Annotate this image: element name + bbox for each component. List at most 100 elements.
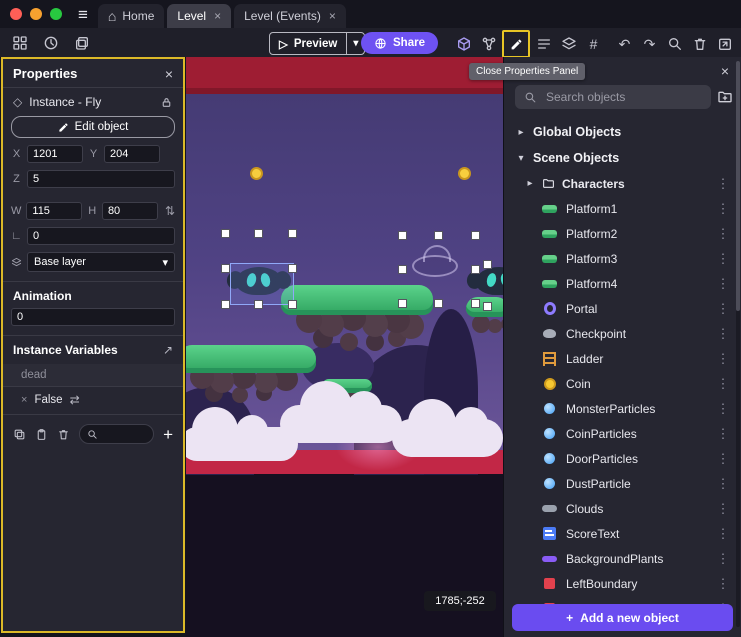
- add-folder-button[interactable]: [717, 89, 733, 105]
- selection-handle[interactable]: [222, 265, 229, 272]
- tab-home[interactable]: ⌂ Home: [98, 4, 164, 28]
- selection-rectangle[interactable]: [230, 263, 294, 305]
- coin-sprite[interactable]: [458, 167, 471, 180]
- object-row[interactable]: DoorParticles⋮: [504, 446, 735, 471]
- undo-button[interactable]: ↶: [613, 33, 636, 56]
- selection-handle[interactable]: [484, 303, 491, 310]
- chevron-right-icon[interactable]: ▸: [516, 127, 526, 138]
- tab-level-events[interactable]: Level (Events) ×: [234, 4, 346, 28]
- objects-panel-button[interactable]: [452, 33, 475, 56]
- object-row[interactable]: CoinParticles⋮: [504, 421, 735, 446]
- object-row[interactable]: Portal⋮: [504, 296, 735, 321]
- more-options-icon[interactable]: ⋮: [716, 176, 730, 192]
- object-row[interactable]: Coin⋮: [504, 371, 735, 396]
- more-options-icon[interactable]: ⋮: [716, 551, 730, 567]
- add-new-object-button[interactable]: + Add a new object: [512, 604, 733, 631]
- object-row[interactable]: Platform2⋮: [504, 221, 735, 246]
- cloud-sprite[interactable]: [280, 405, 402, 443]
- more-options-icon[interactable]: ⋮: [716, 476, 730, 492]
- selection-handle[interactable]: [399, 232, 406, 239]
- more-options-icon[interactable]: ⋮: [716, 526, 730, 542]
- objects-search-input[interactable]: [544, 89, 702, 105]
- selection-handle[interactable]: [484, 261, 491, 268]
- selection-handle[interactable]: [255, 301, 262, 308]
- toggle-value-icon[interactable]: ⇄: [70, 393, 80, 407]
- z-input[interactable]: [27, 170, 175, 188]
- object-row[interactable]: ScoreText⋮: [504, 521, 735, 546]
- platform-sprite[interactable]: [281, 285, 433, 315]
- x-input[interactable]: [27, 145, 83, 163]
- variables-search-input[interactable]: [102, 427, 146, 441]
- more-options-icon[interactable]: ⋮: [716, 201, 730, 217]
- selection-handle[interactable]: [289, 301, 296, 308]
- fly-sprite[interactable]: [476, 267, 503, 295]
- object-row[interactable]: Platform3⋮: [504, 246, 735, 271]
- angle-input[interactable]: [27, 227, 175, 245]
- tab-level[interactable]: Level ×: [167, 4, 231, 28]
- variable-name[interactable]: dead: [3, 364, 183, 387]
- delete-variable-button[interactable]: [57, 428, 70, 441]
- more-options-icon[interactable]: ⋮: [716, 376, 730, 392]
- more-options-icon[interactable]: ⋮: [716, 276, 730, 292]
- selection-handle[interactable]: [399, 266, 406, 273]
- fly-sprite-outline[interactable]: [412, 255, 458, 277]
- copy-button[interactable]: [13, 428, 26, 441]
- object-row[interactable]: LeftBoundary⋮: [504, 571, 735, 596]
- top-boundary-sprite[interactable]: [186, 57, 503, 94]
- more-options-icon[interactable]: ⋮: [716, 426, 730, 442]
- width-input[interactable]: [26, 202, 82, 220]
- scrollbar[interactable]: [736, 61, 740, 627]
- object-row[interactable]: DustParticle⋮: [504, 471, 735, 496]
- maximize-window-button[interactable]: [50, 8, 62, 20]
- animation-input[interactable]: [11, 308, 175, 326]
- scene-canvas[interactable]: 1785;-252: [186, 57, 503, 637]
- island-rocks[interactable]: [472, 315, 490, 333]
- selection-handle[interactable]: [399, 300, 406, 307]
- zoom-button[interactable]: [663, 33, 686, 56]
- edit-object-button[interactable]: Edit object: [11, 116, 175, 138]
- more-options-icon[interactable]: ⋮: [716, 251, 730, 267]
- toggle-grid-button[interactable]: #: [582, 33, 605, 56]
- folder-characters[interactable]: ▸ Characters ⋮: [504, 171, 735, 196]
- object-row[interactable]: Platform4⋮: [504, 271, 735, 296]
- layers-panel-button[interactable]: [557, 33, 580, 56]
- delete-button[interactable]: [688, 33, 711, 56]
- more-options-icon[interactable]: ⋮: [716, 226, 730, 242]
- more-options-icon[interactable]: ⋮: [716, 326, 730, 342]
- height-input[interactable]: [102, 202, 158, 220]
- object-groups-button[interactable]: [477, 33, 500, 56]
- paste-button[interactable]: [35, 428, 48, 441]
- chevron-right-icon[interactable]: ▸: [525, 178, 535, 189]
- close-window-button[interactable]: [10, 8, 22, 20]
- more-options-icon[interactable]: ⋮: [716, 351, 730, 367]
- selection-handle[interactable]: [435, 232, 442, 239]
- selection-handle[interactable]: [289, 265, 296, 272]
- object-row[interactable]: Clouds⋮: [504, 496, 735, 521]
- properties-panel-button[interactable]: [502, 30, 530, 58]
- object-row[interactable]: Checkpoint⋮: [504, 321, 735, 346]
- object-row[interactable]: BackgroundPlants⋮: [504, 546, 735, 571]
- close-tab-icon[interactable]: ×: [214, 9, 221, 23]
- more-options-icon[interactable]: ⋮: [716, 576, 730, 592]
- project-manager-button[interactable]: [8, 31, 31, 54]
- object-row[interactable]: Platform1⋮: [504, 196, 735, 221]
- cloud-sprite[interactable]: [392, 419, 503, 457]
- lock-ratio-icon[interactable]: ⇅: [165, 204, 175, 218]
- instances-list-button[interactable]: [532, 33, 555, 56]
- more-options-icon[interactable]: ⋮: [716, 301, 730, 317]
- group-global-objects[interactable]: ▸ Global Objects: [504, 119, 735, 145]
- selection-handle[interactable]: [289, 230, 296, 237]
- selection-handle[interactable]: [472, 266, 479, 273]
- open-variables-editor-icon[interactable]: ↗: [163, 343, 173, 357]
- redo-button[interactable]: ↷: [638, 33, 661, 56]
- add-variable-button[interactable]: +: [163, 426, 173, 443]
- scrollbar-thumb[interactable]: [736, 61, 740, 311]
- preview-button[interactable]: ▷ Preview: [270, 37, 346, 51]
- group-scene-objects[interactable]: ▾ Scene Objects: [504, 145, 735, 171]
- platform-sprite[interactable]: [186, 345, 316, 373]
- close-objects-panel-icon[interactable]: ×: [721, 63, 729, 79]
- objects-search[interactable]: [515, 85, 711, 109]
- history-button[interactable]: [39, 31, 62, 54]
- selection-handle[interactable]: [222, 230, 229, 237]
- selection-handle[interactable]: [222, 301, 229, 308]
